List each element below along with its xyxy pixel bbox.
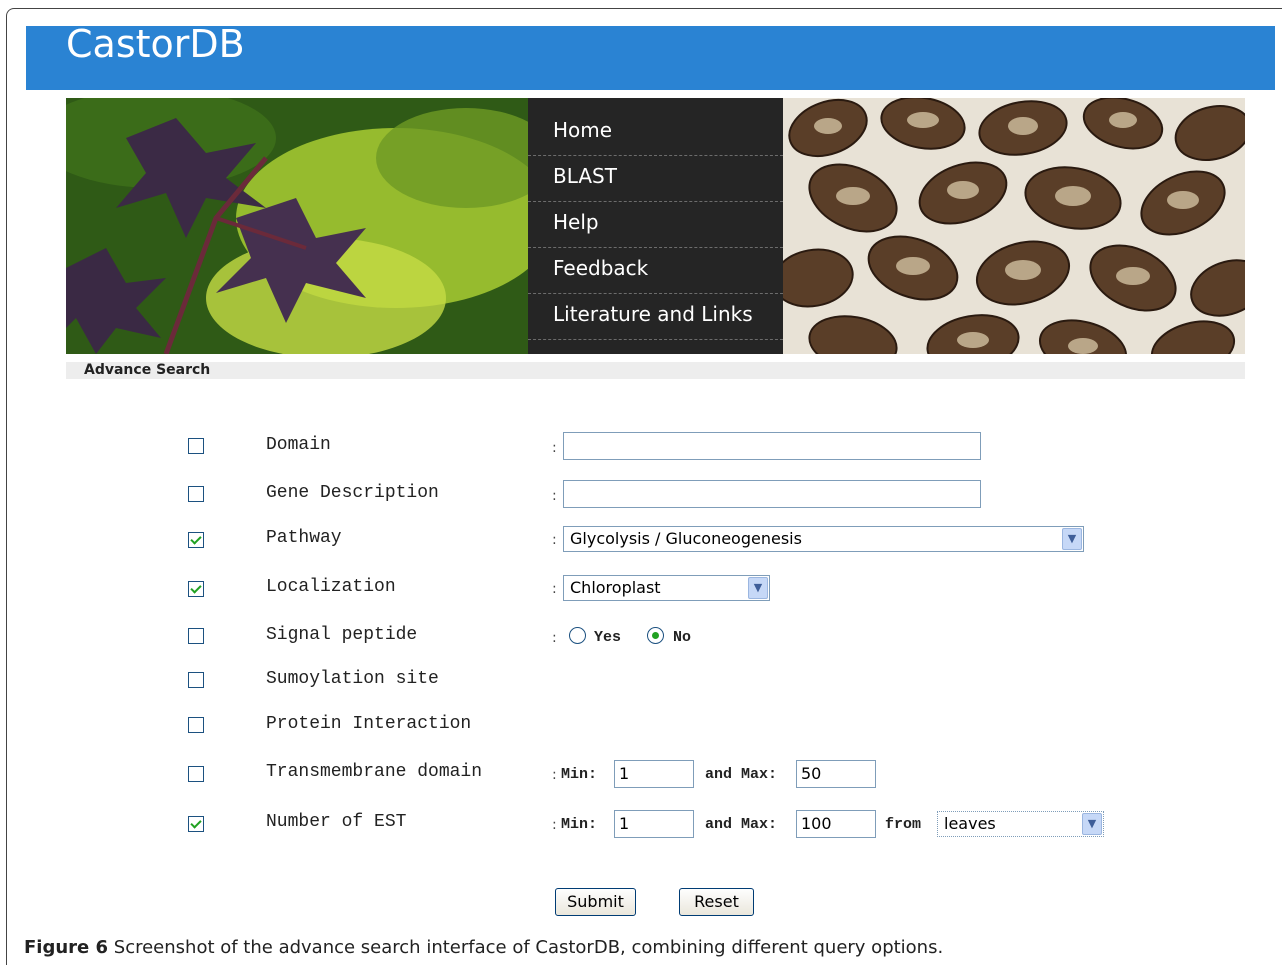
caption-figure-number: Figure 6 <box>24 937 109 958</box>
transmembrane-max-input[interactable]: 50 <box>796 760 876 788</box>
domain-input[interactable] <box>563 432 981 460</box>
checkbox-localization[interactable] <box>188 581 204 597</box>
chevron-down-icon[interactable]: ▼ <box>748 577 768 599</box>
min-label: Min: <box>561 816 598 833</box>
colon: : <box>552 630 557 646</box>
min-label: Min: <box>561 766 598 783</box>
label-number-of-est: Number of EST <box>266 812 407 832</box>
form-row-protein-interaction: Protein Interaction <box>0 713 1282 743</box>
from-label: from <box>885 816 922 833</box>
transmembrane-min-value: 1 <box>619 764 630 783</box>
label-pathway: Pathway <box>266 528 342 548</box>
nav-home[interactable]: Home <box>528 110 783 156</box>
colon: : <box>552 817 557 833</box>
form-row-signal-peptide: Signal peptide : Yes No <box>0 624 1282 654</box>
form-row-transmembrane: Transmembrane domain : Min: 1 and Max: 5… <box>0 760 1282 790</box>
est-tissue-select-value: leaves <box>944 814 996 833</box>
colon: : <box>552 532 557 548</box>
form-row-domain: Domain : <box>0 432 1282 462</box>
pathway-select[interactable]: Glycolysis / Gluconeogenesis ▼ <box>563 526 1084 552</box>
plant-illustration <box>66 98 528 354</box>
form-row-gene-description: Gene Description : <box>0 480 1282 510</box>
breadcrumb-bar: Advance Search <box>66 362 1245 379</box>
est-min-value: 1 <box>619 814 630 833</box>
checkbox-gene-description[interactable] <box>188 486 204 502</box>
site-logo[interactable]: CastorDB <box>66 25 245 63</box>
nav-literature-links[interactable]: Literature and Links <box>528 294 783 340</box>
nav-blast[interactable]: BLAST <box>528 156 783 202</box>
signal-peptide-yes-label: Yes <box>594 629 622 646</box>
colon: : <box>552 581 557 597</box>
form-row-number-of-est: Number of EST : Min: 1 and Max: 100 from… <box>0 810 1282 840</box>
gene-description-input[interactable] <box>563 480 981 508</box>
reset-button[interactable]: Reset <box>679 888 754 916</box>
checkbox-protein-interaction[interactable] <box>188 717 204 733</box>
label-gene-description: Gene Description <box>266 483 439 503</box>
breadcrumb: Advance Search <box>84 362 211 378</box>
max-label: and Max: <box>705 766 778 783</box>
signal-peptide-no-radio[interactable] <box>647 627 664 644</box>
caption-text: Screenshot of the advance search interfa… <box>108 937 944 958</box>
checkbox-domain[interactable] <box>188 438 204 454</box>
chevron-down-icon[interactable]: ▼ <box>1082 813 1102 835</box>
localization-select[interactable]: Chloroplast ▼ <box>563 575 770 601</box>
chevron-down-icon[interactable]: ▼ <box>1062 528 1082 550</box>
submit-button[interactable]: Submit <box>555 888 636 916</box>
transmembrane-min-input[interactable]: 1 <box>614 760 694 788</box>
figure-caption: Figure 6 Screenshot of the advance searc… <box>24 937 943 958</box>
checkbox-number-of-est[interactable] <box>188 816 204 832</box>
max-label: and Max: <box>705 816 778 833</box>
transmembrane-max-value: 50 <box>801 764 822 783</box>
localization-select-value: Chloroplast <box>570 578 661 597</box>
checkbox-transmembrane[interactable] <box>188 766 204 782</box>
main-nav: Home BLAST Help Feedback Literature and … <box>528 98 783 354</box>
colon: : <box>552 767 557 783</box>
checkbox-sumoylation[interactable] <box>188 672 204 688</box>
castor-seeds-image <box>783 98 1245 354</box>
est-tissue-select[interactable]: leaves ▼ <box>937 811 1104 837</box>
header-bar: CastorDB <box>26 25 1275 90</box>
form-row-pathway: Pathway : Glycolysis / Gluconeogenesis ▼ <box>0 526 1282 556</box>
nav-feedback[interactable]: Feedback <box>528 248 783 294</box>
colon: : <box>552 488 557 504</box>
signal-peptide-no-label: No <box>673 629 692 646</box>
label-transmembrane: Transmembrane domain <box>266 762 483 782</box>
est-max-value: 100 <box>801 814 832 833</box>
seeds-illustration <box>783 98 1245 354</box>
est-min-input[interactable]: 1 <box>614 810 694 838</box>
banner: Home BLAST Help Feedback Literature and … <box>66 98 1245 354</box>
signal-peptide-yes-radio[interactable] <box>569 627 586 644</box>
nav-help[interactable]: Help <box>528 202 783 248</box>
pathway-select-value: Glycolysis / Gluconeogenesis <box>570 529 802 548</box>
checkbox-signal-peptide[interactable] <box>188 628 204 644</box>
label-localization: Localization <box>266 577 396 597</box>
est-max-input[interactable]: 100 <box>796 810 876 838</box>
label-signal-peptide: Signal peptide <box>266 625 418 645</box>
castor-plant-image <box>66 98 528 354</box>
label-domain: Domain <box>266 435 331 455</box>
form-row-sumoylation: Sumoylation site <box>0 668 1282 698</box>
label-sumoylation: Sumoylation site <box>266 669 439 689</box>
form-row-localization: Localization : Chloroplast ▼ <box>0 575 1282 605</box>
colon: : <box>552 440 557 456</box>
label-protein-interaction: Protein Interaction <box>266 714 472 734</box>
checkbox-pathway[interactable] <box>188 532 204 548</box>
